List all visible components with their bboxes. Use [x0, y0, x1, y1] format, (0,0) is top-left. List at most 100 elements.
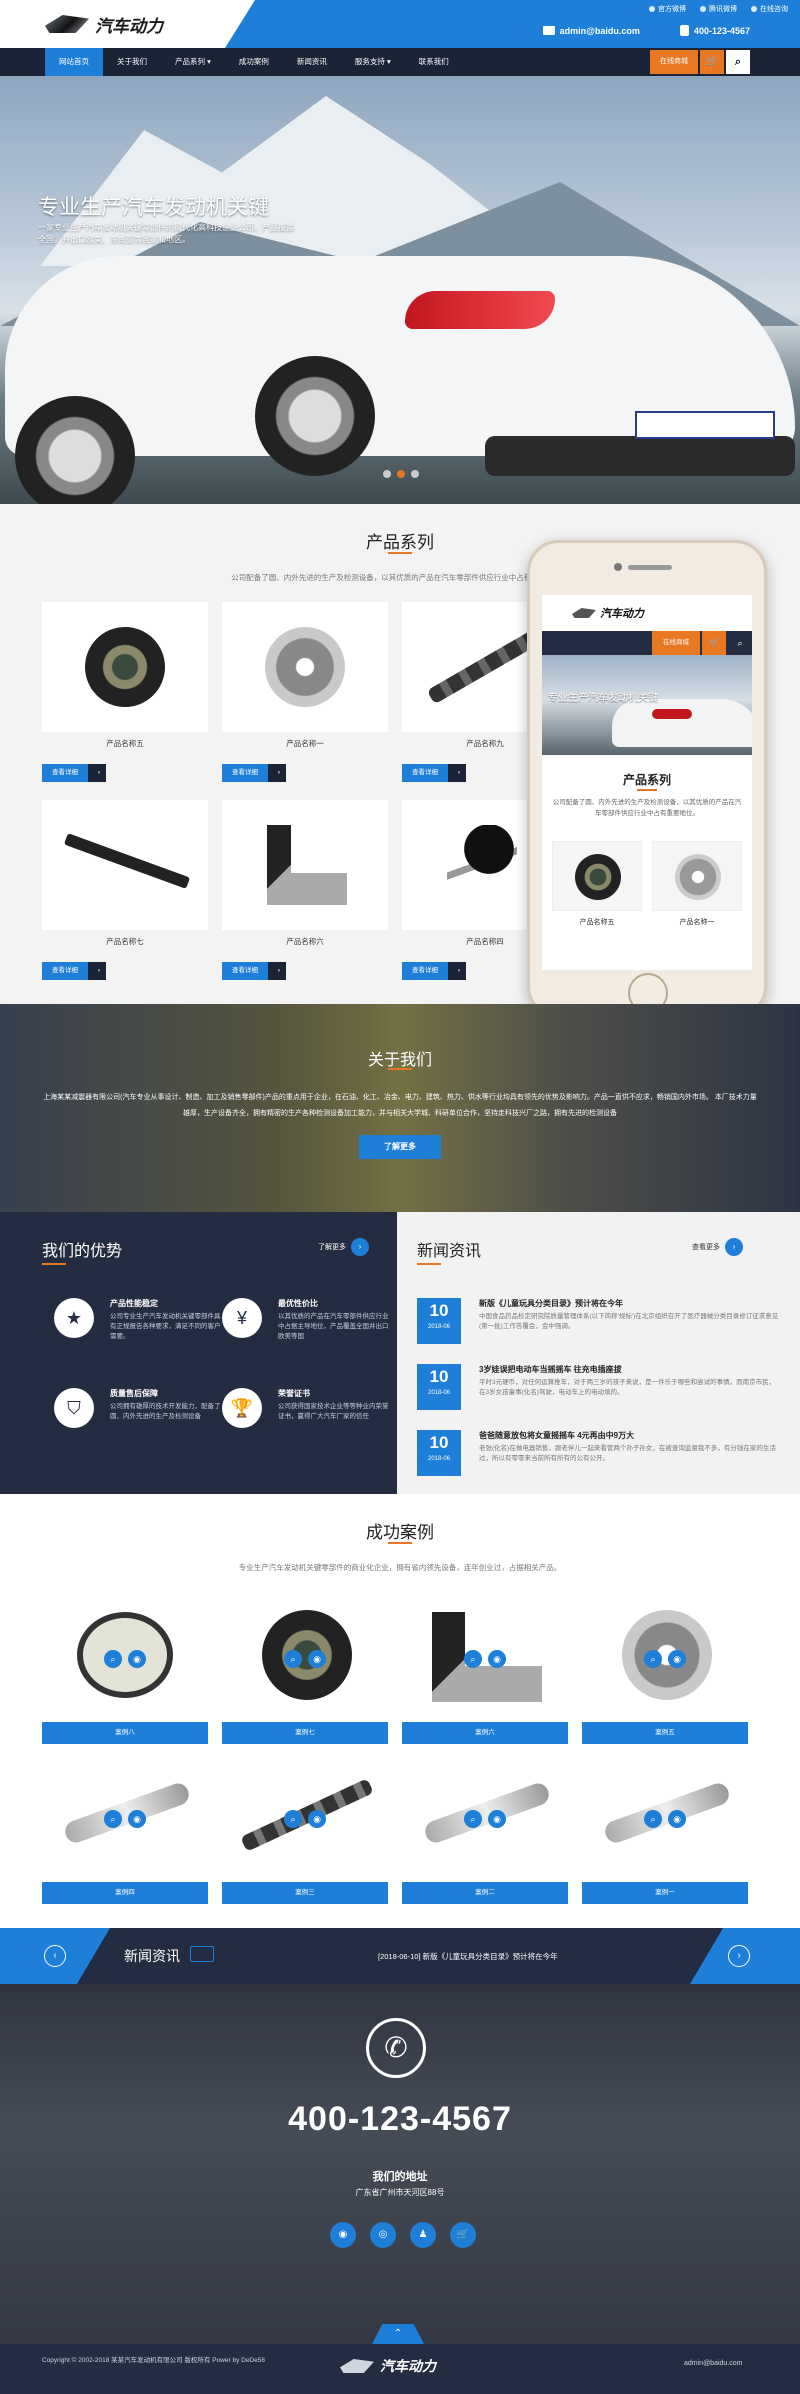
news-yearmonth: 2018-06 — [427, 1456, 451, 1462]
eye-icon[interactable]: ◉ — [128, 1650, 146, 1668]
advantages-more-link[interactable]: 了解更多 › — [318, 1238, 369, 1256]
eye-icon[interactable]: ◉ — [668, 1810, 686, 1828]
product-detail-button[interactable]: 查看详细 › — [402, 764, 466, 782]
news-more-link[interactable]: 查看更多 › — [692, 1238, 743, 1256]
header-email[interactable]: admin@baidu.com — [542, 25, 640, 36]
more-label: 查看更多 — [692, 1244, 720, 1251]
nav-support[interactable]: 服务支持 ▾ — [341, 48, 405, 76]
case-caption[interactable]: 案例八 — [42, 1722, 208, 1744]
zoom-icon[interactable]: ⌕ — [104, 1810, 122, 1828]
case-caption[interactable]: 案例一 — [582, 1882, 748, 1904]
case-caption[interactable]: 案例三 — [222, 1882, 388, 1904]
case-caption[interactable]: 案例五 — [582, 1722, 748, 1744]
phone-product-card[interactable] — [652, 841, 742, 911]
case-card[interactable]: ⌕ ◉ 案例二 — [402, 1752, 568, 1904]
ticker-headline[interactable]: [2018-06-10] 新版《儿童玩具分类目录》预计将在今年 — [378, 1951, 558, 1962]
phone-product-card[interactable] — [552, 841, 642, 911]
case-card[interactable]: ⌕ ◉ 案例一 — [582, 1752, 748, 1904]
qq-icon[interactable]: ♟ — [410, 2222, 436, 2248]
zoom-icon[interactable]: ⌕ — [284, 1810, 302, 1828]
nav-contact[interactable]: 联系我们 — [405, 48, 463, 76]
news-headline[interactable]: 3岁娃误把电动车当摇摇车 往充电插座拔 — [479, 1364, 622, 1375]
top-link-weibo[interactable]: 官方微博 — [649, 4, 686, 14]
eye-icon[interactable]: ◉ — [308, 1810, 326, 1828]
slider-dot-active[interactable] — [397, 470, 405, 478]
cart-icon[interactable]: 🛒 — [450, 2222, 476, 2248]
case-card[interactable]: ⌕ ◉ 案例七 — [222, 1592, 388, 1744]
product-card[interactable] — [222, 602, 388, 732]
case-caption[interactable]: 案例六 — [402, 1722, 568, 1744]
case-image: ⌕ ◉ — [582, 1752, 748, 1878]
case-card[interactable]: ⌕ ◉ 案例五 — [582, 1592, 748, 1744]
cases-desc: 专业生产汽车发动机关键零部件的商业化企业，拥有省内领先设备，连年创业过，占据相关… — [238, 1563, 562, 1572]
case-caption[interactable]: 案例四 — [42, 1882, 208, 1904]
zoom-icon[interactable]: ⌕ — [464, 1810, 482, 1828]
advantage-item: ★ 产品性能稳定 公司专业生产汽车发动机关键零部件具有正规报告各种要求，满足不同的客… — [54, 1298, 224, 1368]
phone-cart-icon[interactable]: 🛒 — [702, 631, 726, 655]
eye-icon[interactable]: ◉ — [668, 1650, 686, 1668]
zoom-icon[interactable]: ⌕ — [284, 1650, 302, 1668]
news-headline[interactable]: 爸爸随意放包将女童摇摇车 4元再由中9万大 — [479, 1430, 634, 1441]
top-link-tencent[interactable]: 腾讯微博 — [700, 4, 737, 14]
weibo-icon[interactable]: ◉ — [330, 2222, 356, 2248]
news-headline[interactable]: 新版《儿童玩具分类目录》预计将在今年 — [479, 1298, 623, 1309]
advantage-title: 最优性价比 — [278, 1299, 318, 1308]
arrow-right-icon: › — [457, 769, 460, 776]
news-item[interactable]: 10 2018-06 新版《儿童玩具分类目录》预计将在今年 中国食品药品检定研究院质量… — [417, 1298, 782, 1352]
product-detail-button[interactable]: 查看详细 › — [222, 764, 286, 782]
eye-icon[interactable]: ◉ — [128, 1810, 146, 1828]
shop-button[interactable]: 在线商城 — [650, 50, 698, 74]
footer-logo[interactable]: 汽车动力 — [340, 2356, 436, 2376]
product-detail-button[interactable]: 查看详细 › — [42, 764, 106, 782]
phone-search-icon[interactable]: ⌕ — [728, 631, 752, 655]
phone-shop-button[interactable]: 在线商城 — [652, 631, 700, 655]
news-day: 10 — [429, 1367, 449, 1386]
nav-products[interactable]: 产品系列 ▾ — [161, 48, 225, 76]
news-item[interactable]: 10 2018-06 爸爸随意放包将女童摇摇车 4元再由中9万大 老张(化名)在做电器… — [417, 1430, 782, 1484]
product-detail-button[interactable]: 查看详细 › — [42, 962, 106, 980]
zoom-icon[interactable]: ⌕ — [104, 1650, 122, 1668]
arrow-left-icon[interactable]: ‹ — [44, 1945, 66, 1967]
case-card[interactable]: ⌕ ◉ 案例六 — [402, 1592, 568, 1744]
product-card[interactable] — [42, 602, 208, 732]
eye-icon[interactable]: ◉ — [488, 1650, 506, 1668]
eye-icon[interactable]: ◉ — [488, 1810, 506, 1828]
slider-dot[interactable] — [383, 470, 391, 478]
case-caption[interactable]: 案例七 — [222, 1722, 388, 1744]
footer-email[interactable]: admin@baidu.com — [684, 2360, 742, 2367]
news-item[interactable]: 10 2018-06 3岁娃误把电动车当摇摇车 往充电插座拔 平时3元硬币，对任何运算… — [417, 1364, 782, 1418]
case-card[interactable]: ⌕ ◉ 案例四 — [42, 1752, 208, 1904]
slider-dot[interactable] — [411, 470, 419, 478]
nav-news[interactable]: 新闻资讯 — [283, 48, 341, 76]
phone-header: 汽车动力 — [542, 595, 752, 631]
logo-mark-icon — [340, 2359, 374, 2373]
top-link-consult[interactable]: 在线咨询 — [751, 4, 788, 14]
logo[interactable]: 汽车动力 — [45, 10, 165, 38]
nav-about[interactable]: 关于我们 — [103, 48, 161, 76]
cart-icon[interactable]: 🛒 — [700, 50, 724, 74]
product-card[interactable] — [222, 800, 388, 930]
phone-hero-title: 专业生产汽车发动机关键 — [548, 693, 658, 704]
logo-text: 汽车动力 — [95, 16, 163, 36]
product-detail-button[interactable]: 查看详细 › — [222, 962, 286, 980]
car-plate — [635, 411, 775, 439]
nav-home[interactable]: 网站首页 — [45, 48, 103, 76]
wechat-icon[interactable]: ◎ — [370, 2222, 396, 2248]
arrow-right-icon[interactable]: › — [728, 1945, 750, 1967]
search-icon[interactable]: ⌕ — [726, 50, 750, 74]
case-image: ⌕ ◉ — [222, 1752, 388, 1878]
case-card[interactable]: ⌕ ◉ 案例八 — [42, 1592, 208, 1744]
product-detail-button[interactable]: 查看详细 › — [402, 962, 466, 980]
zoom-icon[interactable]: ⌕ — [644, 1810, 662, 1828]
case-caption[interactable]: 案例二 — [402, 1882, 568, 1904]
product-card[interactable] — [42, 800, 208, 930]
zoom-icon[interactable]: ⌕ — [464, 1650, 482, 1668]
case-part-image — [62, 1780, 192, 1846]
speaker-icon — [628, 565, 672, 570]
nav-cases[interactable]: 成功案例 — [225, 48, 283, 76]
cases-title: 成功案例 — [366, 1523, 434, 1542]
case-card[interactable]: ⌕ ◉ 案例三 — [222, 1752, 388, 1904]
zoom-icon[interactable]: ⌕ — [644, 1650, 662, 1668]
eye-icon[interactable]: ◉ — [308, 1650, 326, 1668]
about-more-button[interactable]: 了解更多 — [359, 1135, 441, 1159]
